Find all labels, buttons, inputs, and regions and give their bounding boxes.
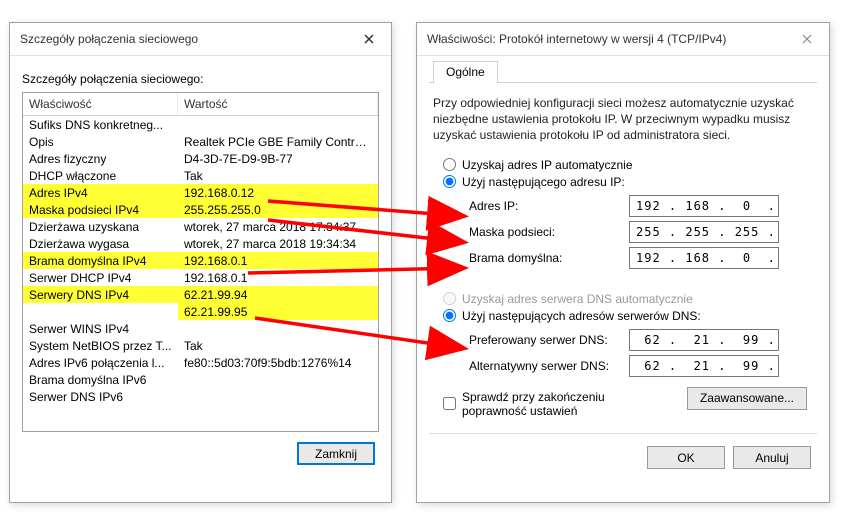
table-row[interactable]: DHCP włączoneTak — [23, 167, 378, 184]
table-row[interactable]: 62.21.99.95 — [23, 303, 378, 320]
gateway-field[interactable] — [629, 247, 779, 269]
cell-property: Dzierżawa uzyskana — [23, 218, 178, 235]
radio-ip-auto[interactable]: Uzyskaj adres IP automatycznie — [443, 158, 817, 172]
col-header-property[interactable]: Właściwość — [23, 93, 178, 115]
radio-dns-manual-input[interactable] — [443, 309, 456, 322]
cell-value — [178, 116, 378, 133]
cell-value: Tak — [178, 167, 378, 184]
validate-checkbox[interactable] — [443, 397, 456, 410]
cell-property: Adres fizyczny — [23, 150, 178, 167]
close-icon[interactable] — [793, 29, 821, 49]
intro-text: Przy odpowiedniej konfiguracji sieci moż… — [433, 95, 813, 144]
cell-property: Adres IPv6 połączenia l... — [23, 354, 178, 371]
cell-value: 255.255.255.0 — [178, 201, 378, 218]
cell-property: Maska podsieci IPv4 — [23, 201, 178, 218]
ok-button[interactable]: OK — [647, 446, 725, 469]
cell-value: 62.21.99.94 — [178, 286, 378, 303]
titlebar: Właściwości: Protokół internetowy w wers… — [417, 23, 829, 56]
cell-property: Dzierżawa wygasa — [23, 235, 178, 252]
cell-property: Serwery DNS IPv4 — [23, 286, 178, 303]
cell-property: Serwer DHCP IPv4 — [23, 269, 178, 286]
radio-dns-auto-input — [443, 292, 456, 305]
radio-dns-manual[interactable]: Użyj następujących adresów serwerów DNS: — [443, 309, 817, 323]
label-gateway: Brama domyślna: — [469, 251, 629, 265]
cell-property: DHCP włączone — [23, 167, 178, 184]
table-row[interactable]: Serwery DNS IPv462.21.99.94 — [23, 286, 378, 303]
ipv4-properties-dialog: Właściwości: Protokół internetowy w wers… — [416, 22, 830, 503]
table-row[interactable]: System NetBIOS przez T...Tak — [23, 337, 378, 354]
radio-ip-auto-input[interactable] — [443, 158, 456, 171]
dialog-title: Szczegóły połączenia sieciowego — [20, 32, 198, 46]
cell-value: wtorek, 27 marca 2018 19:34:34 — [178, 235, 378, 252]
section-label: Szczegóły połączenia sieciowego: — [22, 72, 379, 86]
table-row[interactable]: Serwer DHCP IPv4192.168.0.1 — [23, 269, 378, 286]
table-row[interactable]: Serwer DNS IPv6 — [23, 388, 378, 405]
listview-header: Właściwość Wartość — [23, 93, 378, 116]
cell-value: 62.21.99.95 — [178, 303, 378, 320]
table-row[interactable]: Adres IPv6 połączenia l...fe80::5d03:70f… — [23, 354, 378, 371]
label-dns1: Preferowany serwer DNS: — [469, 333, 629, 347]
cell-property: Adres IPv4 — [23, 184, 178, 201]
cell-value: Tak — [178, 337, 378, 354]
radio-ip-manual[interactable]: Użyj następującego adresu IP: — [443, 175, 817, 189]
table-row[interactable]: Maska podsieci IPv4255.255.255.0 — [23, 201, 378, 218]
cell-property: Serwer DNS IPv6 — [23, 388, 178, 405]
network-details-dialog: Szczegóły połączenia sieciowego Szczegół… — [9, 22, 392, 503]
table-row[interactable]: Serwer WINS IPv4 — [23, 320, 378, 337]
dialog-title: Właściwości: Protokół internetowy w wers… — [427, 32, 726, 46]
tab-general[interactable]: Ogólne — [433, 61, 498, 83]
cell-property: Serwer WINS IPv4 — [23, 320, 178, 337]
cell-property: Brama domyślna IPv6 — [23, 371, 178, 388]
label-ip: Adres IP: — [469, 199, 629, 213]
titlebar: Szczegóły połączenia sieciowego — [10, 23, 391, 56]
table-row[interactable]: Sufiks DNS konkretneg... — [23, 116, 378, 133]
table-row[interactable]: OpisRealtek PCIe GBE Family Controller — [23, 133, 378, 150]
radio-label: Użyj następujących adresów serwerów DNS: — [462, 309, 701, 323]
cell-property: Sufiks DNS konkretneg... — [23, 116, 178, 133]
col-header-value[interactable]: Wartość — [178, 93, 378, 115]
table-row[interactable]: Adres fizycznyD4-3D-7E-D9-9B-77 — [23, 150, 378, 167]
cell-value: 192.168.0.12 — [178, 184, 378, 201]
cell-value: Realtek PCIe GBE Family Controller — [178, 133, 378, 150]
table-row[interactable]: Brama domyślna IPv6 — [23, 371, 378, 388]
cell-value: 192.168.0.1 — [178, 269, 378, 286]
table-row[interactable]: Dzierżawa wygasawtorek, 27 marca 2018 19… — [23, 235, 378, 252]
cell-value — [178, 371, 378, 388]
cell-property — [23, 303, 178, 320]
label-dns2: Alternatywny serwer DNS: — [469, 359, 629, 373]
label-mask: Maska podsieci: — [469, 225, 629, 239]
cell-value: D4-3D-7E-D9-9B-77 — [178, 150, 378, 167]
cell-property: Opis — [23, 133, 178, 150]
table-row[interactable]: Brama domyślna IPv4192.168.0.1 — [23, 252, 378, 269]
cancel-button[interactable]: Anuluj — [733, 446, 811, 469]
dns-secondary-field[interactable] — [629, 355, 779, 377]
dns-primary-field[interactable] — [629, 329, 779, 351]
cell-value: fe80::5d03:70f9:5bdb:1276%14 — [178, 354, 378, 371]
close-icon[interactable] — [355, 29, 383, 49]
cell-value: wtorek, 27 marca 2018 17:34:37 — [178, 218, 378, 235]
cell-value: 192.168.0.1 — [178, 252, 378, 269]
checkbox-label: Sprawdź przy zakończeniu poprawność usta… — [462, 390, 662, 419]
cell-value — [178, 320, 378, 337]
advanced-button[interactable]: Zaawansowane... — [687, 387, 807, 410]
validate-checkbox-row[interactable]: Sprawdź przy zakończeniu poprawność usta… — [443, 390, 662, 419]
cell-property: System NetBIOS przez T... — [23, 337, 178, 354]
tab-strip: Ogólne — [429, 60, 817, 83]
ip-address-field[interactable] — [629, 195, 779, 217]
radio-dns-auto: Uzyskaj adres serwera DNS automatycznie — [443, 292, 817, 306]
radio-ip-manual-input[interactable] — [443, 175, 456, 188]
details-listview: Właściwość Wartość Sufiks DNS konkretneg… — [22, 92, 379, 432]
cell-value — [178, 388, 378, 405]
table-row[interactable]: Dzierżawa uzyskanawtorek, 27 marca 2018 … — [23, 218, 378, 235]
radio-label: Uzyskaj adres serwera DNS automatycznie — [462, 292, 693, 306]
close-button[interactable]: Zamknij — [297, 442, 375, 465]
radio-label: Użyj następującego adresu IP: — [462, 175, 625, 189]
radio-label: Uzyskaj adres IP automatycznie — [462, 158, 633, 172]
table-row[interactable]: Adres IPv4192.168.0.12 — [23, 184, 378, 201]
cell-property: Brama domyślna IPv4 — [23, 252, 178, 269]
subnet-mask-field[interactable] — [629, 221, 779, 243]
